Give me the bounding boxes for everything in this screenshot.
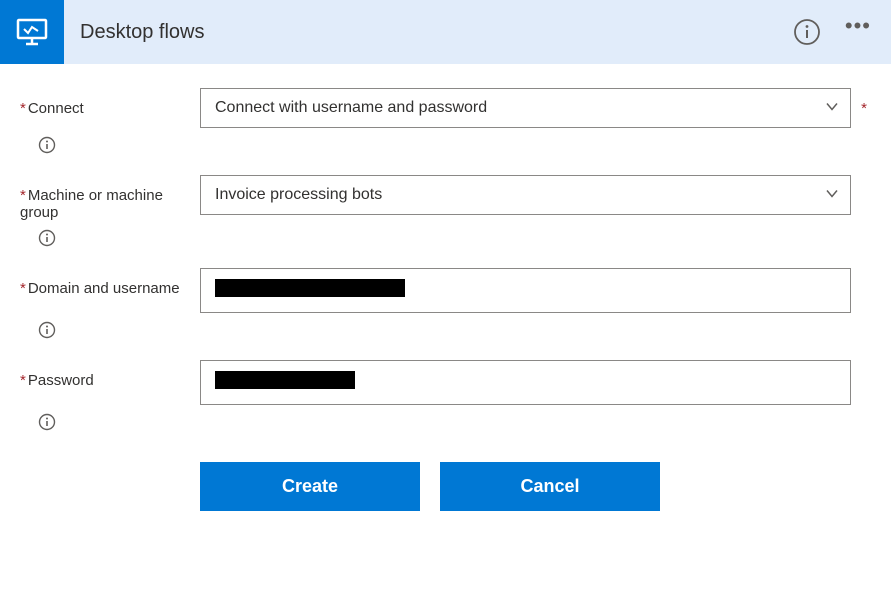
label-domain-username-text: Domain and username: [28, 280, 180, 297]
info-icon[interactable]: [793, 18, 821, 46]
header-actions: •••: [793, 18, 871, 46]
connection-form: *Connect Connect with username and passw…: [0, 64, 891, 535]
cancel-button[interactable]: Cancel: [440, 462, 660, 511]
info-icon[interactable]: [38, 321, 56, 339]
required-asterisk: *: [20, 280, 26, 297]
machine-select-value: Invoice processing bots: [200, 175, 851, 215]
label-connect-text: Connect: [28, 100, 84, 117]
required-asterisk: *: [20, 372, 26, 389]
info-row-connect: [38, 136, 871, 157]
required-asterisk: *: [20, 187, 26, 204]
info-icon[interactable]: [38, 136, 56, 154]
info-row-password: [38, 413, 871, 434]
row-connect: *Connect Connect with username and passw…: [20, 88, 871, 128]
password-input[interactable]: [200, 360, 851, 405]
info-row-domain-username: [38, 321, 871, 342]
label-domain-username: *Domain and username: [20, 268, 200, 297]
row-domain-username: *Domain and username: [20, 268, 871, 313]
info-icon[interactable]: [38, 413, 56, 431]
row-machine: *Machine or machine group Invoice proces…: [20, 175, 871, 221]
machine-select[interactable]: Invoice processing bots: [200, 175, 851, 215]
redacted-value: [215, 279, 405, 297]
desktop-flow-icon: [12, 12, 52, 52]
required-asterisk: *: [20, 100, 26, 117]
trailing-required-asterisk: *: [861, 100, 867, 117]
domain-username-input[interactable]: [200, 268, 851, 313]
info-icon[interactable]: [38, 229, 56, 247]
label-machine-text: Machine or machine group: [20, 187, 163, 221]
header-title: Desktop flows: [80, 21, 205, 44]
label-password: *Password: [20, 360, 200, 389]
label-machine: *Machine or machine group: [20, 175, 200, 221]
panel-header: Desktop flows •••: [0, 0, 891, 64]
button-row: Create Cancel: [200, 462, 871, 511]
redacted-value: [215, 371, 355, 389]
row-password: *Password: [20, 360, 871, 405]
label-password-text: Password: [28, 372, 94, 389]
more-icon[interactable]: •••: [845, 15, 871, 37]
connect-select[interactable]: Connect with username and password: [200, 88, 851, 128]
connect-select-value: Connect with username and password: [200, 88, 851, 128]
create-button[interactable]: Create: [200, 462, 420, 511]
info-row-machine: [38, 229, 871, 250]
flow-icon-box: [0, 0, 64, 64]
label-connect: *Connect: [20, 88, 200, 117]
